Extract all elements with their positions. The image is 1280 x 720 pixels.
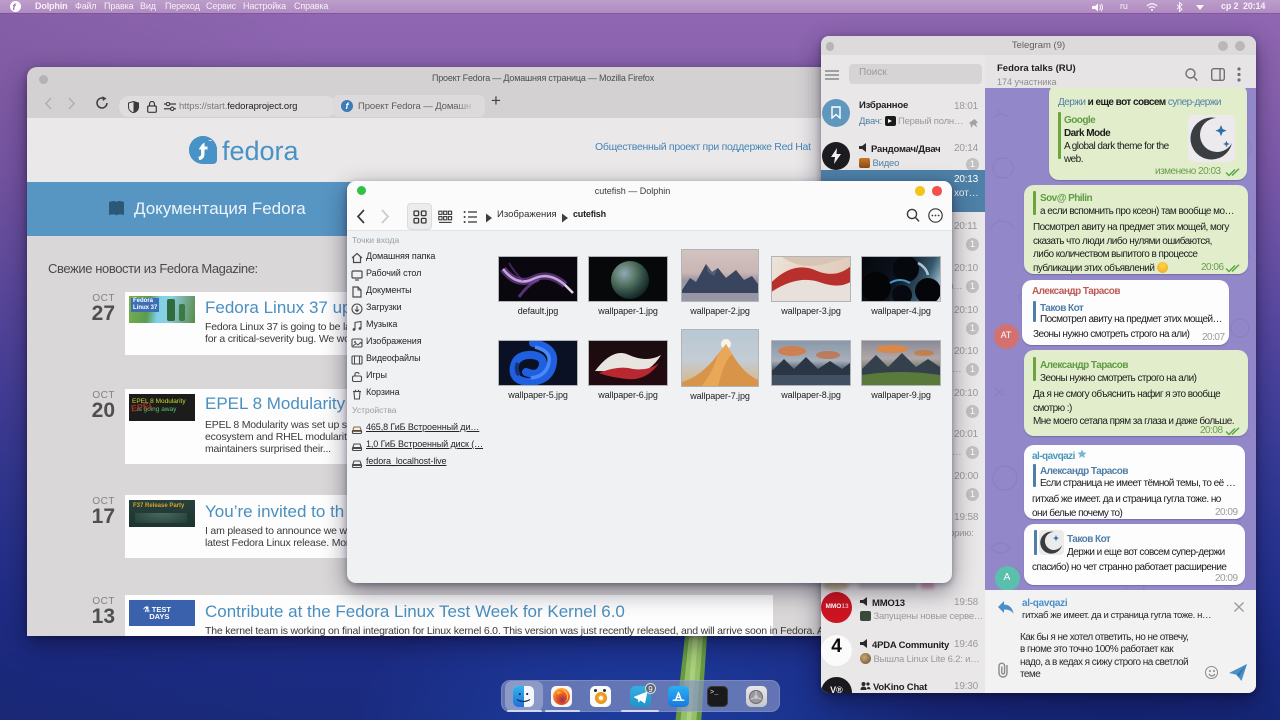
svg-text:fedora: fedora — [222, 136, 300, 166]
